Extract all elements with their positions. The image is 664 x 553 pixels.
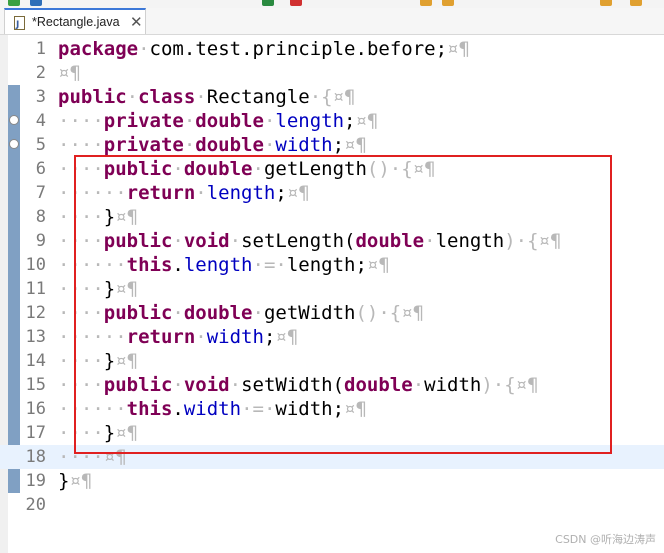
line-number: 11 (25, 279, 46, 299)
history-back-icon[interactable] (600, 0, 612, 6)
terminate-icon[interactable] (290, 0, 302, 6)
line-number: 6 (35, 159, 46, 179)
history-forward-icon[interactable] (630, 0, 642, 6)
code-line[interactable]: 2 ¤¶ (0, 61, 664, 85)
code-text: ····private·double·length;¤¶ (58, 110, 379, 132)
line-number: 15 (25, 375, 46, 395)
code-line[interactable]: 20 (0, 493, 664, 517)
line-number: 2 (35, 63, 46, 83)
line-number: 5 (35, 135, 46, 155)
line-number: 16 (25, 399, 46, 419)
line-number: 4 (35, 111, 46, 131)
code-text: }¤¶ (58, 470, 93, 492)
line-number: 7 (35, 183, 46, 203)
highlight-box (74, 155, 612, 454)
code-text: public·class·Rectangle·{¤¶ (58, 86, 356, 108)
watermark: CSDN @听海边涛声 (555, 533, 656, 546)
line-number: 12 (25, 303, 46, 323)
code-line[interactable]: 1 package·com.test.principle.before;¤¶ (0, 37, 664, 61)
code-text: ····private·double·width;¤¶ (58, 134, 367, 156)
line-number: 1 (35, 39, 46, 59)
debug-icon[interactable] (30, 0, 42, 6)
code-line[interactable]: 3 public·class·Rectangle·{¤¶ (0, 85, 664, 109)
close-icon[interactable]: ✕ (130, 13, 143, 31)
line-number: 13 (25, 327, 46, 347)
code-line[interactable]: 19 }¤¶ (0, 469, 664, 493)
code-text: package·com.test.principle.before;¤¶ (58, 38, 470, 60)
code-line[interactable]: 4 ····private·double·length;¤¶ (0, 109, 664, 133)
code-line[interactable]: 5 ····private·double·width;¤¶ (0, 133, 664, 157)
line-number: 17 (25, 423, 46, 443)
line-number: 8 (35, 207, 46, 227)
toolbar (0, 0, 664, 8)
tab-title: *Rectangle.java (32, 15, 120, 29)
folder-icon-2[interactable] (442, 0, 454, 6)
line-number: 3 (35, 87, 46, 107)
svg-text:J: J (15, 20, 19, 30)
line-number: 18 (25, 447, 46, 467)
line-number: 10 (25, 255, 46, 275)
code-text: ¤¶ (58, 62, 81, 84)
java-file-icon: J (14, 16, 25, 30)
stop-icon[interactable] (262, 0, 274, 6)
tab-rectangle-java[interactable]: J *Rectangle.java ✕ (4, 8, 146, 34)
line-number: 14 (25, 351, 46, 371)
line-number: 9 (35, 231, 46, 251)
line-number: 20 (25, 495, 46, 515)
line-number: 19 (25, 471, 46, 491)
folder-icon[interactable] (420, 0, 432, 6)
editor-tab-bar: J *Rectangle.java ✕ (0, 8, 664, 35)
run-icon[interactable] (8, 0, 20, 6)
